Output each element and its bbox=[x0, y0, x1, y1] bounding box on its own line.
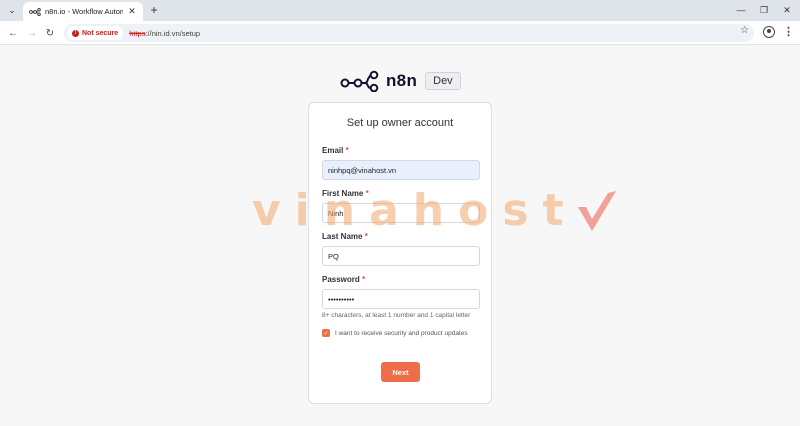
address-bar[interactable]: ! Not secure https://nin.id.vn/setup bbox=[64, 24, 754, 42]
next-button[interactable]: Next bbox=[381, 362, 420, 382]
vinahost-watermark: vinahost bbox=[252, 185, 620, 236]
browser-tabstrip: ⌄ n8n.io - Workflow Automation ✕ + — ❐ ✕ bbox=[0, 0, 800, 21]
required-mark: * bbox=[362, 275, 366, 284]
updates-checkbox-label[interactable]: I want to receive security and product u… bbox=[335, 330, 468, 337]
watermark-text: vinahost bbox=[252, 185, 578, 236]
url-rest: ://nin.id.vn/setup bbox=[145, 28, 201, 38]
n8n-logo-icon bbox=[340, 70, 379, 92]
tab-search-chevron-icon[interactable]: ⌄ bbox=[4, 3, 20, 18]
n8n-favicon-icon bbox=[29, 7, 41, 16]
tab-title: n8n.io - Workflow Automation bbox=[45, 7, 123, 16]
password-label: Password * bbox=[322, 275, 366, 284]
environment-badge: Dev bbox=[425, 72, 461, 90]
n8n-logo: n8n Dev bbox=[340, 70, 461, 92]
password-input[interactable] bbox=[322, 289, 480, 309]
setup-owner-form: Set up owner account Email * First Name … bbox=[308, 102, 492, 404]
email-input[interactable] bbox=[322, 160, 480, 180]
page-content: n8n Dev Set up owner account Email * Fir… bbox=[0, 45, 800, 426]
browser-toolbar: ← → ↻ ! Not secure https://nin.id.vn/set… bbox=[0, 21, 800, 45]
url-scheme: https bbox=[129, 28, 146, 38]
profile-avatar-icon[interactable] bbox=[763, 26, 775, 38]
last-name-input[interactable] bbox=[322, 246, 480, 266]
back-arrow-icon[interactable]: ← bbox=[5, 25, 21, 41]
form-title: Set up owner account bbox=[346, 117, 454, 129]
watermark-check-icon bbox=[577, 190, 616, 231]
browser-menu-kebab-icon[interactable]: ⋮ bbox=[783, 25, 794, 38]
minimize-icon[interactable]: — bbox=[731, 3, 751, 17]
new-tab-plus-icon[interactable]: + bbox=[147, 3, 161, 17]
tab-close-icon[interactable]: ✕ bbox=[127, 6, 137, 17]
window-close-icon[interactable]: ✕ bbox=[777, 3, 797, 17]
security-chip[interactable]: ! Not secure bbox=[67, 26, 124, 40]
email-label: Email * bbox=[322, 146, 349, 155]
updates-checkbox[interactable]: ✓ bbox=[322, 329, 330, 337]
brand-name: n8n bbox=[386, 71, 418, 90]
required-mark: * bbox=[345, 146, 349, 155]
browser-tab[interactable]: n8n.io - Workflow Automation ✕ bbox=[23, 2, 143, 21]
forward-arrow-icon[interactable]: → bbox=[24, 25, 40, 41]
not-secure-label: Not secure bbox=[82, 29, 119, 37]
bookmark-star-icon[interactable]: ☆ bbox=[740, 25, 749, 36]
url-text[interactable]: https://nin.id.vn/setup bbox=[129, 29, 200, 38]
reload-icon[interactable]: ↻ bbox=[42, 25, 58, 41]
restore-icon[interactable]: ❐ bbox=[754, 3, 774, 17]
password-hint: 8+ characters, at least 1 number and 1 c… bbox=[322, 312, 471, 319]
updates-checkbox-row[interactable]: ✓ I want to receive security and product… bbox=[322, 329, 468, 337]
not-secure-warning-icon: ! bbox=[72, 29, 79, 37]
